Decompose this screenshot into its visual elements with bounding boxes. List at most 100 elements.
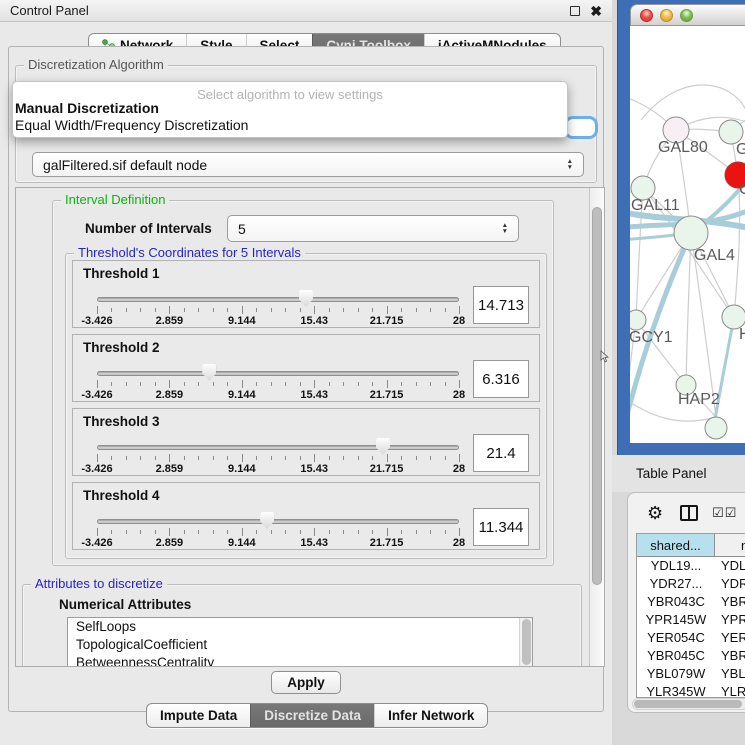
slider-thumb[interactable]: [260, 512, 274, 529]
cell-name[interactable]: YBR0: [715, 647, 745, 665]
algorithm-item-manual[interactable]: Manual Discretization: [13, 100, 567, 117]
table-row[interactable]: YLR345W YLR3: [637, 683, 745, 698]
numerical-attributes-heading: Numerical Attributes: [59, 597, 191, 612]
slider-scale-labels: -3.4262.8599.14415.4321.71528: [97, 389, 459, 401]
threshold-value-field[interactable]: 6.316: [473, 360, 529, 398]
tab-infer-network[interactable]: Infer Network: [374, 704, 487, 727]
numerical-attributes-list[interactable]: SelfLoopsTopologicalCoefficientBetweenne…: [67, 617, 533, 667]
cell-shared-name[interactable]: YDR27...: [637, 575, 715, 593]
close-icon[interactable]: ✖: [590, 6, 602, 16]
cell-shared-name[interactable]: YBR045C: [637, 647, 715, 665]
table-row[interactable]: YDR27... YDR2: [637, 575, 745, 593]
cell-shared-name[interactable]: YBR043C: [637, 593, 715, 611]
tick-mark: [416, 308, 417, 312]
tick-mark: [140, 382, 141, 386]
tick-label: -3.426: [81, 389, 112, 401]
tab-impute-data-label: Impute Data: [160, 708, 237, 723]
threshold-slider[interactable]: -3.4262.8599.14415.4321.71528: [97, 507, 459, 549]
cell-name[interactable]: YLR3: [715, 683, 745, 698]
tick-mark: [169, 380, 170, 388]
cell-shared-name[interactable]: YPR145W: [637, 611, 715, 629]
slider-track[interactable]: [97, 519, 459, 524]
network-window-titlebar[interactable]: [630, 4, 745, 26]
column-header-shared[interactable]: shared...: [637, 534, 715, 557]
minimize-traffic-light[interactable]: [660, 9, 673, 22]
table-row[interactable]: YPR145W YPR1: [637, 611, 745, 629]
threshold-slider[interactable]: -3.4262.8599.14415.4321.71528: [97, 285, 459, 327]
node-table: shared... n... YDL19... YDL1YDR27... YDR…: [636, 533, 745, 698]
settings-gear-icon[interactable]: ⚙: [647, 504, 663, 522]
discretization-algorithm-legend: Discretization Algorithm: [24, 57, 168, 72]
table-row[interactable]: YBR043C YBR0: [637, 593, 745, 611]
panel-scrollbar[interactable]: [589, 188, 604, 666]
slider-track[interactable]: [97, 371, 459, 376]
table-row[interactable]: YBR045C YBR0: [637, 647, 745, 665]
threshold-panel-3: Threshold 3 -3.4262.8599.14415.4321.7152…: [72, 408, 540, 476]
slider-thumb[interactable]: [299, 290, 313, 307]
GCY1-node[interactable]: [630, 310, 646, 330]
threshold-value-field[interactable]: 11.344: [473, 508, 529, 546]
tab-impute-data[interactable]: Impute Data: [147, 704, 250, 727]
column-checkboxes-icon[interactable]: ☑☑: [712, 505, 737, 521]
number-of-intervals-combobox[interactable]: 5 ▲▼: [227, 215, 519, 242]
network-canvas[interactable]: GAL80GCGAL11GAL4GCY1HHAP2: [630, 26, 745, 443]
slider-track[interactable]: [97, 297, 459, 302]
threshold-slider[interactable]: -3.4262.8599.14415.4321.71528: [97, 359, 459, 401]
network-edge: [686, 233, 691, 385]
tick-mark: [329, 382, 330, 386]
tick-mark: [387, 528, 388, 536]
attribute-list-item[interactable]: BetweennessCentrality: [68, 654, 532, 667]
cell-name[interactable]: YER0: [715, 629, 745, 647]
tick-mark: [372, 456, 373, 460]
table-hscrollbar-thumb[interactable]: [634, 700, 742, 708]
attribute-list-item[interactable]: TopologicalCoefficient: [68, 636, 532, 654]
slider-thumb[interactable]: [202, 364, 216, 381]
interval-definition-group: Interval Definition Number of Intervals …: [52, 200, 554, 566]
table-panel-title: Table Panel: [636, 466, 707, 481]
threshold-value-field[interactable]: 14.713: [473, 286, 529, 324]
threshold-slider-row: -3.4262.8599.14415.4321.71528 6.316: [73, 359, 539, 401]
attributes-scrollbar[interactable]: [519, 618, 532, 667]
table-row[interactable]: YDL19... YDL1: [637, 557, 745, 575]
slider-ticks: [97, 380, 459, 389]
GAL4-node[interactable]: [674, 216, 708, 250]
tick-mark: [111, 382, 112, 386]
tab-discretize-data[interactable]: Discretize Data: [250, 704, 374, 727]
cell-shared-name[interactable]: YDL19...: [637, 557, 715, 575]
table-data-combobox[interactable]: galFiltered.sif default node ▲▼: [32, 152, 584, 177]
cell-name[interactable]: YBR0: [715, 593, 745, 611]
table-row[interactable]: YBL079W YBL0: [637, 665, 745, 683]
tick-mark: [126, 456, 127, 460]
algorithm-combobox[interactable]: [564, 116, 598, 139]
close-traffic-light[interactable]: [640, 9, 653, 22]
slider-ticks: [97, 306, 459, 315]
interval-definition-legend: Interval Definition: [61, 192, 169, 207]
apply-button[interactable]: Apply: [271, 671, 341, 694]
attribute-list-item[interactable]: SelfLoops: [68, 618, 532, 636]
table-row[interactable]: YER054C YER0: [637, 629, 745, 647]
cell-name[interactable]: YDL1: [715, 557, 745, 575]
bottom-node[interactable]: [705, 417, 727, 439]
panel-scrollbar-thumb[interactable]: [592, 207, 602, 585]
cell-name[interactable]: YDR2: [715, 575, 745, 593]
tick-mark: [416, 382, 417, 386]
zoom-traffic-light[interactable]: [680, 9, 693, 22]
split-columns-icon[interactable]: [680, 505, 698, 521]
algorithm-item-equal-width[interactable]: Equal Width/Frequency Discretization: [13, 117, 567, 134]
cell-shared-name[interactable]: YLR345W: [637, 683, 715, 698]
cell-name[interactable]: YBL0: [715, 665, 745, 683]
threshold-value-field[interactable]: 21.4: [473, 434, 529, 472]
slider-thumb[interactable]: [376, 438, 390, 455]
float-window-icon[interactable]: [570, 6, 580, 16]
tick-mark: [155, 382, 156, 386]
cell-shared-name[interactable]: YBL079W: [637, 665, 715, 683]
slider-track[interactable]: [97, 445, 459, 450]
column-header-name[interactable]: n...: [715, 534, 745, 557]
cell-shared-name[interactable]: YER054C: [637, 629, 715, 647]
table-hscrollbar[interactable]: [632, 698, 745, 710]
attributes-scrollbar-thumb[interactable]: [522, 619, 531, 665]
threshold-slider[interactable]: -3.4262.8599.14415.4321.71528: [97, 433, 459, 475]
cell-name[interactable]: YPR1: [715, 611, 745, 629]
tick-mark: [300, 308, 301, 312]
right-side: GAL80GCGAL11GAL4GCY1HHAP2 Table Panel ⚙ …: [612, 0, 745, 745]
